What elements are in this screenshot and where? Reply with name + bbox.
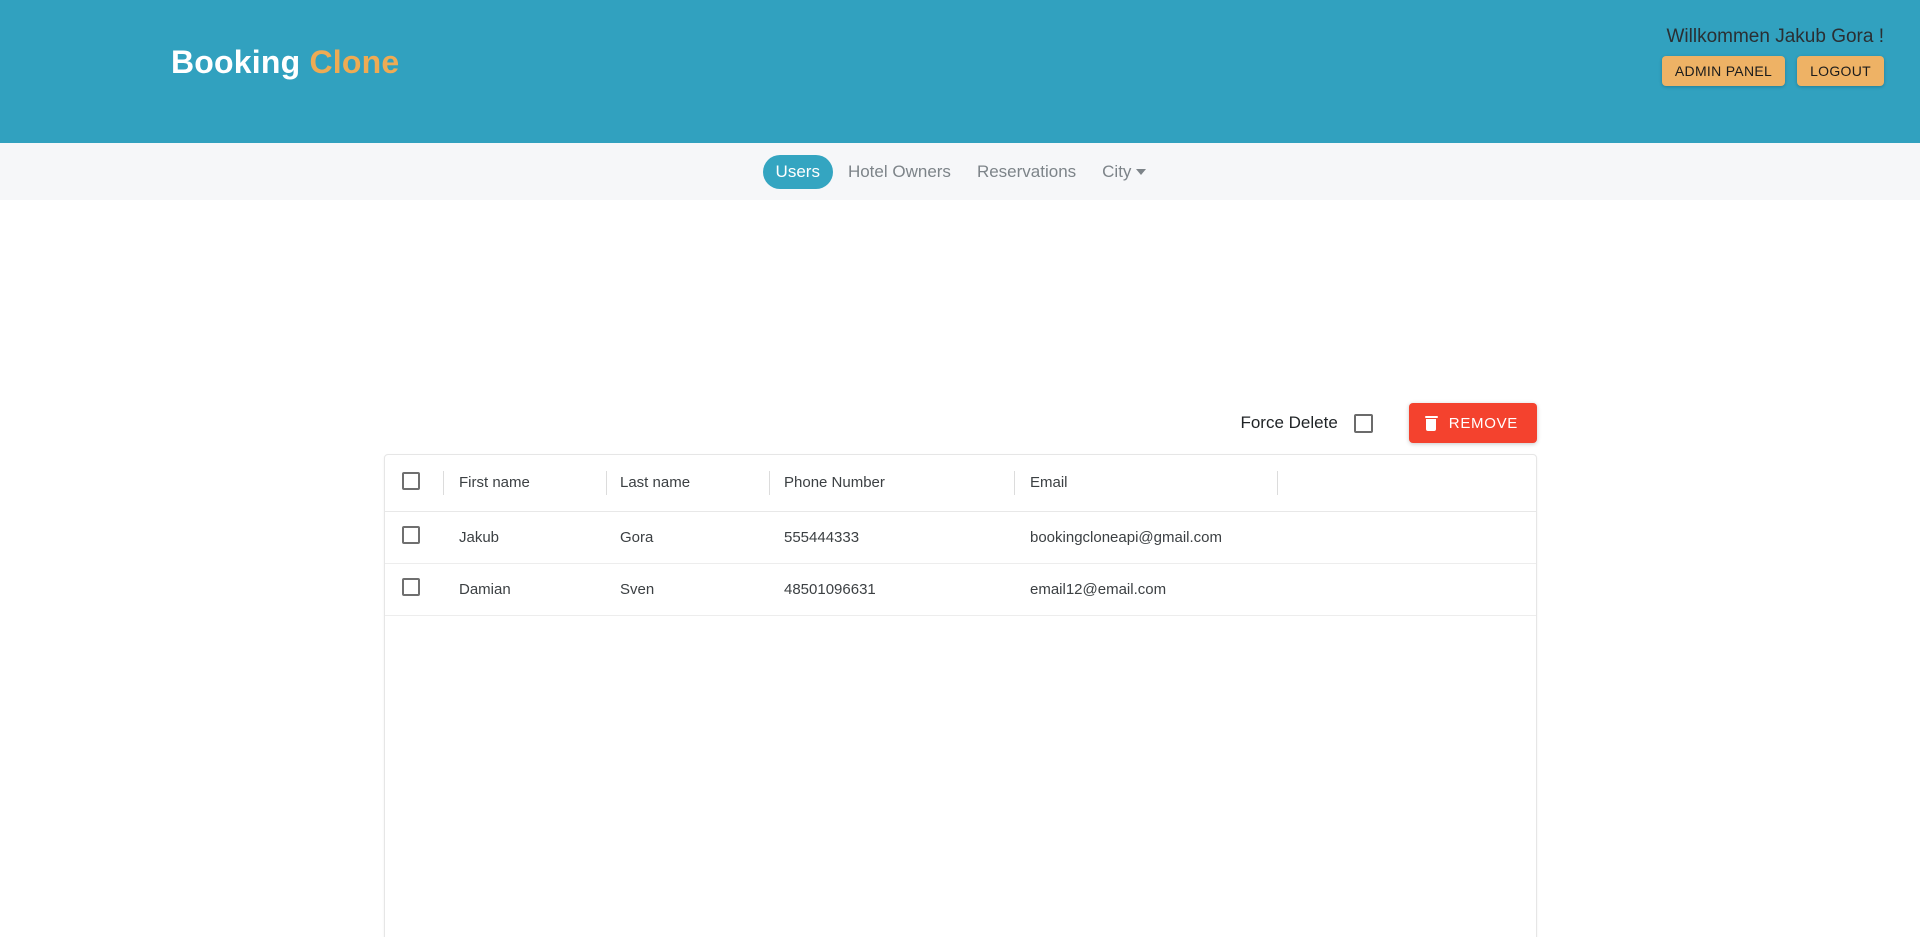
admin-panel-button[interactable]: ADMIN PANEL [1661,56,1786,86]
column-header-last-name[interactable]: Last name [606,455,769,512]
cell-actions [1277,511,1536,564]
remove-button[interactable]: REMOVE [1408,403,1537,443]
cell-actions [1277,563,1536,616]
trash-icon [1424,415,1438,431]
users-table-body: Jakub Gora 555444333 bookingcloneapi@gma… [385,511,1536,616]
column-header-email[interactable]: Email [1014,455,1277,512]
nav-item-hotel-owners-label: Hotel Owners [847,161,951,181]
chevron-down-icon [1136,169,1147,176]
row-checkbox[interactable] [402,578,420,596]
welcome-message: Willkommen Jakub Gora ! [1666,26,1884,47]
force-delete-label: Force Delete [1240,413,1338,432]
select-all-checkbox[interactable] [402,471,420,490]
nav-item-users-label: Users [775,161,820,181]
nav-item-city[interactable]: City [1091,155,1157,189]
nav-item-hotel-owners[interactable]: Hotel Owners [837,155,962,189]
main-content: Force Delete REMOVE First name Last name… [0,200,1920,937]
user-area: Willkommen Jakub Gora ! ADMIN PANEL LOGO… [1661,26,1884,86]
row-select-cell [385,511,443,564]
row-select-cell [385,563,443,616]
logout-button[interactable]: LOGOUT [1797,56,1884,86]
remove-button-label: REMOVE [1448,414,1518,432]
cell-first-name: Damian [443,563,606,616]
cell-email: bookingcloneapi@gmail.com [1014,511,1277,564]
table-row[interactable]: Damian Sven 48501096631 email12@email.co… [385,563,1536,616]
column-header-first-name[interactable]: First name [443,455,606,512]
users-table-head: First name Last name Phone Number Email [385,455,1536,512]
users-table-card: First name Last name Phone Number Email … [384,454,1537,937]
brand-logo[interactable]: Booking Clone [171,46,399,78]
table-row[interactable]: Jakub Gora 555444333 bookingcloneapi@gma… [385,511,1536,564]
column-header-actions [1277,455,1536,512]
row-checkbox[interactable] [402,526,420,544]
force-delete-checkbox[interactable] [1353,413,1373,433]
nav-items: Users Hotel Owners Reservations City [762,154,1158,189]
nav-item-reservations-label: Reservations [976,161,1077,181]
nav-item-users[interactable]: Users [762,154,833,189]
cell-last-name: Gora [606,511,769,564]
header-button-group: ADMIN PANEL LOGOUT [1661,56,1884,86]
nav-item-reservations[interactable]: Reservations [966,155,1087,189]
column-header-phone-number[interactable]: Phone Number [769,455,1014,512]
cell-first-name: Jakub [443,511,606,564]
page-header: Booking Clone Willkommen Jakub Gora ! AD… [0,0,1920,143]
nav-item-city-label: City [1102,161,1132,181]
table-header-row: First name Last name Phone Number Email [385,455,1536,512]
users-table: First name Last name Phone Number Email … [385,455,1536,616]
cell-email: email12@email.com [1014,563,1277,616]
select-all-header [385,455,443,512]
brand-logo-part2: Clone [309,44,400,80]
cell-phone-number: 48501096631 [769,563,1014,616]
cell-phone-number: 555444333 [769,511,1014,564]
main-navigation: Users Hotel Owners Reservations City [0,143,1920,200]
table-toolbar: Force Delete REMOVE [1240,403,1537,443]
cell-last-name: Sven [606,563,769,616]
brand-logo-part1: Booking [171,44,301,80]
